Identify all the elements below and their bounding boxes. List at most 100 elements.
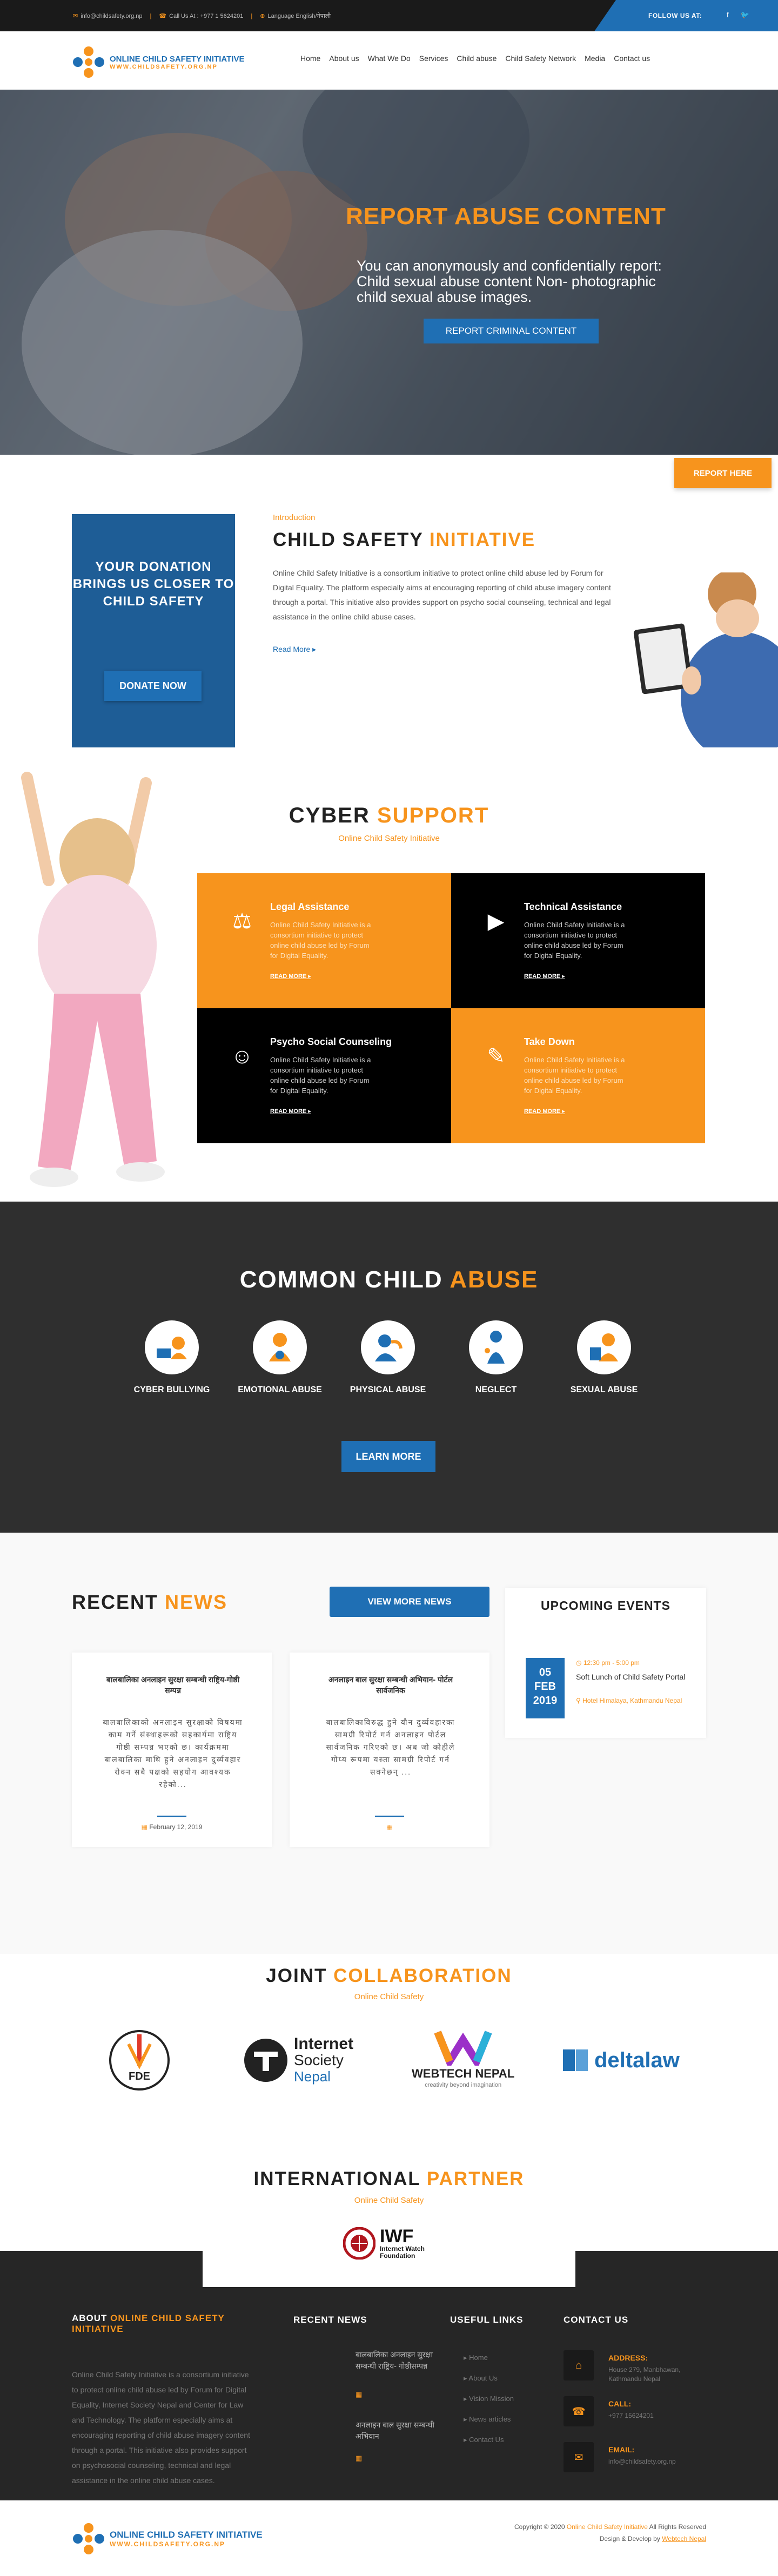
abuse-cyber-bullying[interactable]: CYBER BULLYING [129, 1320, 215, 1395]
edit-document-icon: ✎ [487, 1044, 505, 1068]
news-title: RECENT NEWS [72, 1591, 228, 1613]
svg-text:FDE: FDE [129, 2071, 150, 2082]
mail-icon: ✉ [73, 13, 78, 19]
abuse-neglect[interactable]: NEGLECT [453, 1320, 539, 1395]
isoc-globe-icon [244, 2039, 287, 2082]
nav-services[interactable]: Services [419, 54, 448, 63]
hero-title: REPORT ABUSE CONTENT [346, 203, 666, 230]
read-more-link[interactable]: READ MORE ▸ [270, 973, 311, 980]
facebook-icon[interactable]: f [727, 11, 729, 19]
phone-info[interactable]: ☎ Call Us At : +977 1 5624201 [159, 12, 243, 20]
footer-link-home[interactable]: ▸ Home [464, 2354, 488, 2362]
iwf-partner-box: IWF Internet Watch Foundation [203, 2221, 575, 2287]
nav-home[interactable]: Home [300, 54, 320, 63]
read-more-link[interactable]: READ MORE ▸ [524, 973, 565, 980]
intl-subtitle: Online Child Safety [354, 2196, 424, 2205]
footer-link-news-articles[interactable]: ▸ News articles [464, 2415, 511, 2424]
event-time: ◷ 12:30 pm - 5:00 pm [576, 1659, 640, 1667]
common-title: COMMON CHILD ABUSE [239, 1266, 539, 1293]
intro-title: CHILD SAFETY INITIATIVE [273, 529, 536, 550]
footer-link-about-us[interactable]: ▸ About Us [464, 2374, 498, 2383]
nav-child-abuse[interactable]: Child abuse [457, 54, 497, 63]
intro-kicker: Introduction [273, 513, 316, 522]
read-more-link[interactable]: READ MORE ▸ [270, 1108, 311, 1115]
neglect-icon [469, 1320, 523, 1374]
webtech-link[interactable]: Webtech Nepal [662, 2535, 706, 2543]
footer-news-link[interactable]: बालबालिका अनलाइन सुरक्षा सम्बन्धी राष्ट्… [356, 2349, 453, 2372]
logo-mark-icon [73, 2523, 104, 2554]
nav-what-we-do[interactable]: What We Do [368, 54, 411, 63]
cyber-subtitle: Online Child Safety Initiative [338, 834, 440, 843]
card-legal-assistance: ⚖ Legal Assistance Online Child Safety I… [197, 873, 451, 1008]
read-more-link[interactable]: READ MORE ▸ [524, 1108, 565, 1115]
nav-about-us[interactable]: About us [329, 54, 359, 63]
event-location: ⚲ Hotel Himalaya, Kathmandu Nepal [576, 1697, 682, 1704]
top-bar: ✉ info@childsafety.org.np | ☎ Call Us At :… [0, 0, 778, 31]
footer-news-link[interactable]: अनलाइन बाल सुरक्षा सम्बन्धी अभियान [356, 2419, 453, 2442]
learn-more-button[interactable]: LEARN MORE [341, 1441, 435, 1472]
nav-contact-us[interactable]: Contact us [614, 54, 650, 63]
site-footer: ABOUT ONLINE CHILD SAFETY INITIATIVE Onl… [0, 2251, 778, 2500]
donate-box: YOUR DONATION BRINGS US CLOSER TO CHILD … [72, 514, 235, 747]
footer-link-contact-us[interactable]: ▸ Contact Us [464, 2436, 504, 2444]
footer-about-text: Online Child Safety Initiative is a cons… [72, 2370, 250, 2485]
intro-read-more-link[interactable]: Read More ▸ [273, 645, 316, 654]
view-more-news-button[interactable]: VIEW MORE NEWS [330, 1587, 489, 1617]
logo-mark-icon [73, 46, 104, 78]
webtech-w-icon [434, 2031, 492, 2066]
joint-title: JOINT COLLABORATION [266, 1965, 512, 1986]
document-play-icon: ▶ [487, 909, 505, 933]
counseling-icon: ☺ [231, 1044, 253, 1068]
nav-child-safety-network[interactable]: Child Safety Network [505, 54, 576, 63]
footer-about-title: ABOUT ONLINE CHILD SAFETY INITIATIVE [72, 2313, 225, 2334]
site-logo[interactable]: ONLINE CHILD SAFETY INITIATIVE WWW.CHILD… [73, 46, 244, 78]
phone-icon: ☎ [564, 2396, 594, 2426]
donate-now-button[interactable]: DONATE NOW [104, 671, 202, 701]
calendar-icon: ▦ [356, 2454, 363, 2462]
fde-logo-icon: FDE [109, 2030, 170, 2091]
news-card[interactable]: अनलाइन बाल सुरक्षा सम्बन्धी अभियान- पोर्… [290, 1653, 489, 1847]
report-criminal-content-button[interactable]: REPORT CRIMINAL CONTENT [424, 319, 599, 343]
copyright: Copyright © 2020 Online Child Safety Ini… [514, 2523, 706, 2543]
bottom-bar: ONLINE CHILD SAFETY INITIATIVE WWW.CHILD… [0, 2500, 778, 2576]
main-nav: Home About us What We Do Services Child … [300, 54, 650, 63]
follow-us-bar: FOLLOW US AT: f 🐦 [594, 0, 778, 31]
common-child-abuse-section: COMMON CHILD ABUSE CYBER BULLYING EMOTIO… [0, 1202, 778, 1533]
iwf-logo[interactable]: IWF Internet Watch Foundation [343, 2227, 428, 2260]
gavel-icon: ⚖ [232, 909, 252, 933]
globe-icon: ⊕ [260, 13, 265, 19]
cyber-title: CYBER SUPPORT [289, 804, 489, 827]
nav-media[interactable]: Media [585, 54, 605, 63]
partner-fde-logo[interactable]: FDE [107, 2028, 172, 2093]
partner-webtech-logo[interactable]: WEBTECH NEPAL creativity beyond imaginat… [412, 2028, 514, 2093]
mail-icon: ✉ [564, 2442, 594, 2472]
upcoming-events-panel: UPCOMING EVENTS 05 FEB 2019 ◷ 12:30 pm -… [505, 1588, 706, 1738]
logo-subtitle: WWW.CHILDSAFETY.ORG.NP [110, 63, 218, 70]
sexual-abuse-icon [577, 1320, 631, 1374]
upcoming-title: UPCOMING EVENTS [541, 1599, 670, 1613]
phone-icon: ☎ [159, 13, 167, 19]
clock-icon: ◷ [576, 1659, 582, 1667]
language-switch[interactable]: ⊕ Language English/नेपाली [260, 12, 331, 20]
abuse-sexual[interactable]: SEXUAL ABUSE [561, 1320, 647, 1395]
joint-subtitle: Online Child Safety [354, 1992, 424, 2001]
twitter-icon[interactable]: 🐦 [741, 11, 749, 19]
footer-logo[interactable]: ONLINE CHILD SAFETY INITIATIVE WWW.CHILD… [73, 2523, 263, 2554]
abuse-emotional[interactable]: EMOTIONAL ABUSE [237, 1320, 323, 1395]
footer-link-vision-mission[interactable]: ▸ Vision Mission [464, 2395, 514, 2403]
logo-title: ONLINE CHILD SAFETY INITIATIVE [110, 54, 245, 64]
partner-deltalaw-logo[interactable]: deltalaw [562, 2028, 680, 2093]
news-card[interactable]: बालबालिका अनलाइन सुरक्षा सम्बन्धी राष्ट्… [72, 1653, 272, 1847]
footer-links-title: USEFUL LINKS [450, 2315, 524, 2325]
partner-internet-society-logo[interactable]: Internet Society Nepal [243, 2028, 353, 2093]
footer-news-title: RECENT NEWS [293, 2315, 367, 2325]
abuse-physical[interactable]: PHYSICAL ABUSE [345, 1320, 431, 1395]
report-here-button[interactable]: REPORT HERE [674, 458, 772, 488]
email-info[interactable]: ✉ info@childsafety.org.np [73, 12, 143, 20]
event-title-link[interactable]: Soft Lunch of Child Safety Portal [576, 1671, 695, 1683]
recent-news-section: RECENT NEWS VIEW MORE NEWS बालबालिका अनल… [0, 1533, 778, 1954]
emotional-abuse-icon [253, 1320, 307, 1374]
calendar-icon: ▦ [356, 2390, 363, 2398]
main-navbar: ONLINE CHILD SAFETY INITIATIVE WWW.CHILD… [0, 31, 778, 90]
caret-right-icon: ▸ [312, 645, 317, 653]
